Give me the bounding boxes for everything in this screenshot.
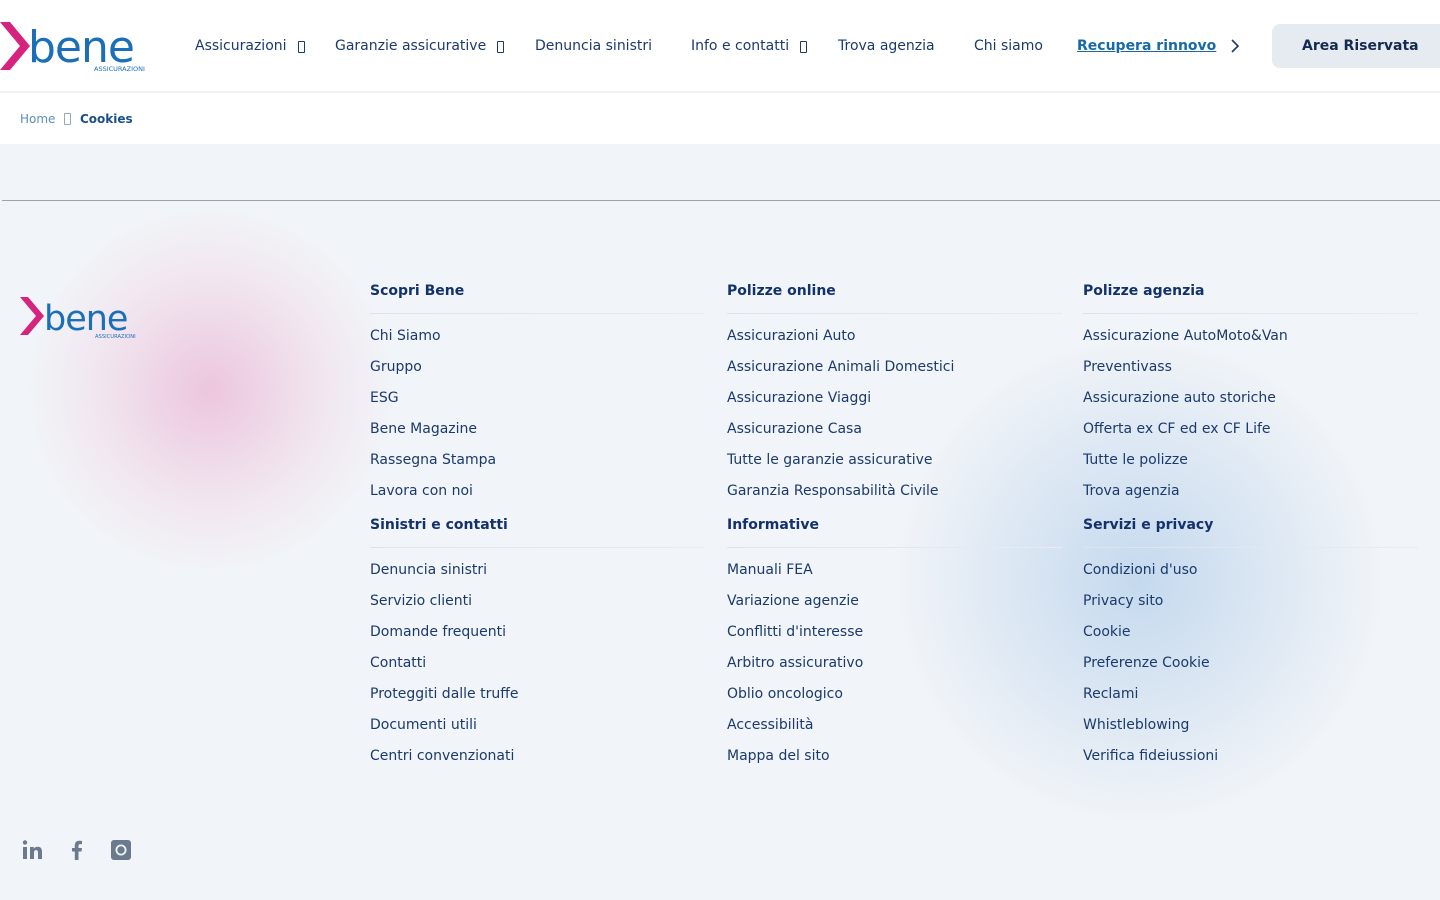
- facebook-icon[interactable]: [65, 838, 89, 862]
- content-divider: [2, 200, 1440, 201]
- footer-link[interactable]: Trova agenzia: [1083, 482, 1423, 513]
- footer-link[interactable]: Lavora con noi: [370, 482, 710, 513]
- instagram-icon[interactable]: [109, 838, 133, 862]
- svg-text:ASSICURAZIONI: ASSICURAZIONI: [95, 334, 136, 340]
- footer-link[interactable]: Contatti: [370, 654, 710, 685]
- footer-link[interactable]: Assicurazione AutoMoto&Van: [1083, 327, 1423, 358]
- footer-link[interactable]: Servizio clienti: [370, 592, 710, 623]
- nav-trova-agenzia[interactable]: Trova agenzia: [838, 0, 935, 92]
- footer-link[interactable]: Mappa del sito: [727, 747, 1067, 778]
- nav-label: Info e contatti: [691, 38, 790, 54]
- column-divider: [370, 547, 705, 548]
- nav-label: Garanzie assicurative: [335, 38, 487, 54]
- chevron-right-icon: [1231, 39, 1240, 53]
- footer-link[interactable]: Denuncia sinistri: [370, 561, 710, 592]
- chevron-down-icon: [497, 41, 505, 53]
- nav-label: Assicurazioni: [195, 38, 287, 54]
- footer-link[interactable]: Oblio oncologico: [727, 685, 1067, 716]
- footer-link[interactable]: Proteggiti dalle truffe: [370, 685, 710, 716]
- footer-column-title: Polizze online: [727, 283, 836, 299]
- footer-link[interactable]: Privacy sito: [1083, 592, 1423, 623]
- breadcrumb-home-link[interactable]: Home: [20, 112, 55, 126]
- footer-link[interactable]: Verifica fideiussioni: [1083, 747, 1423, 778]
- recupera-rinnovo-link[interactable]: Recupera rinnovo: [1077, 0, 1240, 92]
- footer-link[interactable]: Assicurazione Casa: [727, 420, 1067, 451]
- nav-denuncia-sinistri[interactable]: Denuncia sinistri: [535, 0, 652, 92]
- footer-column-informative: Informative Manuali FEA Variazione agenz…: [727, 517, 1067, 778]
- footer-link[interactable]: Gruppo: [370, 358, 710, 389]
- svg-text:ASSICURAZIONI: ASSICURAZIONI: [94, 65, 145, 73]
- footer-link[interactable]: Manuali FEA: [727, 561, 1067, 592]
- site-header: bene ASSICURAZIONI Assicurazioni Garanzi…: [0, 0, 1440, 92]
- footer-link[interactable]: Assicurazioni Auto: [727, 327, 1067, 358]
- decorative-pink-glow: [30, 210, 390, 570]
- column-divider: [727, 313, 1062, 314]
- footer-link[interactable]: Reclami: [1083, 685, 1423, 716]
- footer-link[interactable]: Arbitro assicurativo: [727, 654, 1067, 685]
- footer-link[interactable]: Offerta ex CF ed ex CF Life: [1083, 420, 1423, 451]
- nav-info-e-contatti[interactable]: Info e contatti: [691, 0, 808, 92]
- chevron-down-icon: [297, 41, 305, 53]
- footer-link[interactable]: Variazione agenzie: [727, 592, 1067, 623]
- footer-link[interactable]: Preventivass: [1083, 358, 1423, 389]
- footer-link[interactable]: Cookie: [1083, 623, 1423, 654]
- footer-link[interactable]: Preferenze Cookie: [1083, 654, 1423, 685]
- footer-link[interactable]: Assicurazione auto storiche: [1083, 389, 1423, 420]
- footer-link[interactable]: Garanzia Responsabilità Civile: [727, 482, 1067, 513]
- chevron-right-icon: [64, 113, 71, 125]
- area-riservata-label: Area Riservata: [1302, 38, 1419, 54]
- column-divider: [727, 547, 1062, 548]
- nav-garanzie-assicurative[interactable]: Garanzie assicurative: [335, 0, 505, 92]
- nav-assicurazioni[interactable]: Assicurazioni: [195, 0, 305, 92]
- recupera-rinnovo-label: Recupera rinnovo: [1077, 38, 1217, 54]
- footer-column-title: Polizze agenzia: [1083, 283, 1205, 299]
- svg-text:bene: bene: [44, 299, 127, 339]
- footer-link[interactable]: Tutte le garanzie assicurative: [727, 451, 1067, 482]
- nav-chi-siamo[interactable]: Chi siamo: [974, 0, 1043, 92]
- footer-column-title: Informative: [727, 517, 819, 533]
- footer-column-sinistri-e-contatti: Sinistri e contatti Denuncia sinistri Se…: [370, 517, 710, 778]
- footer-link[interactable]: Bene Magazine: [370, 420, 710, 451]
- footer-link[interactable]: Assicurazione Animali Domestici: [727, 358, 1067, 389]
- column-divider: [1083, 313, 1418, 314]
- footer-column-scopri-bene: Scopri Bene Chi Siamo Gruppo ESG Bene Ma…: [370, 283, 710, 513]
- footer-bene-logo[interactable]: bene ASSICURAZIONI: [20, 294, 142, 340]
- footer-link[interactable]: Documenti utili: [370, 716, 710, 747]
- footer-link[interactable]: Accessibilità: [727, 716, 1067, 747]
- footer-link[interactable]: Rassegna Stampa: [370, 451, 710, 482]
- linkedin-icon[interactable]: [21, 838, 45, 862]
- column-divider: [370, 313, 705, 314]
- footer-link[interactable]: Assicurazione Viaggi: [727, 389, 1067, 420]
- bene-logo[interactable]: bene ASSICURAZIONI: [0, 18, 152, 74]
- footer-link[interactable]: Tutte le polizze: [1083, 451, 1423, 482]
- footer-column-title: Scopri Bene: [370, 283, 465, 299]
- footer-link[interactable]: Domande frequenti: [370, 623, 710, 654]
- footer-column-servizi-e-privacy: Servizi e privacy Condizioni d'uso Priva…: [1083, 517, 1423, 778]
- footer-column-polizze-online: Polizze online Assicurazioni Auto Assicu…: [727, 283, 1067, 513]
- breadcrumb: Home Cookies: [0, 93, 1440, 144]
- footer-column-polizze-agenzia: Polizze agenzia Assicurazione AutoMoto&V…: [1083, 283, 1423, 513]
- breadcrumb-current: Cookies: [80, 112, 133, 126]
- footer-column-title: Servizi e privacy: [1083, 517, 1214, 533]
- area-riservata-button[interactable]: Area Riservata: [1272, 24, 1440, 68]
- footer-column-title: Sinistri e contatti: [370, 517, 508, 533]
- column-divider: [1083, 547, 1418, 548]
- footer-link[interactable]: Whistleblowing: [1083, 716, 1423, 747]
- footer-link[interactable]: Centri convenzionati: [370, 747, 710, 778]
- footer-link[interactable]: Chi Siamo: [370, 327, 710, 358]
- footer-link[interactable]: Conflitti d'interesse: [727, 623, 1067, 654]
- footer-link[interactable]: ESG: [370, 389, 710, 420]
- chevron-down-icon: [800, 41, 808, 53]
- footer-link[interactable]: Condizioni d'uso: [1083, 561, 1423, 592]
